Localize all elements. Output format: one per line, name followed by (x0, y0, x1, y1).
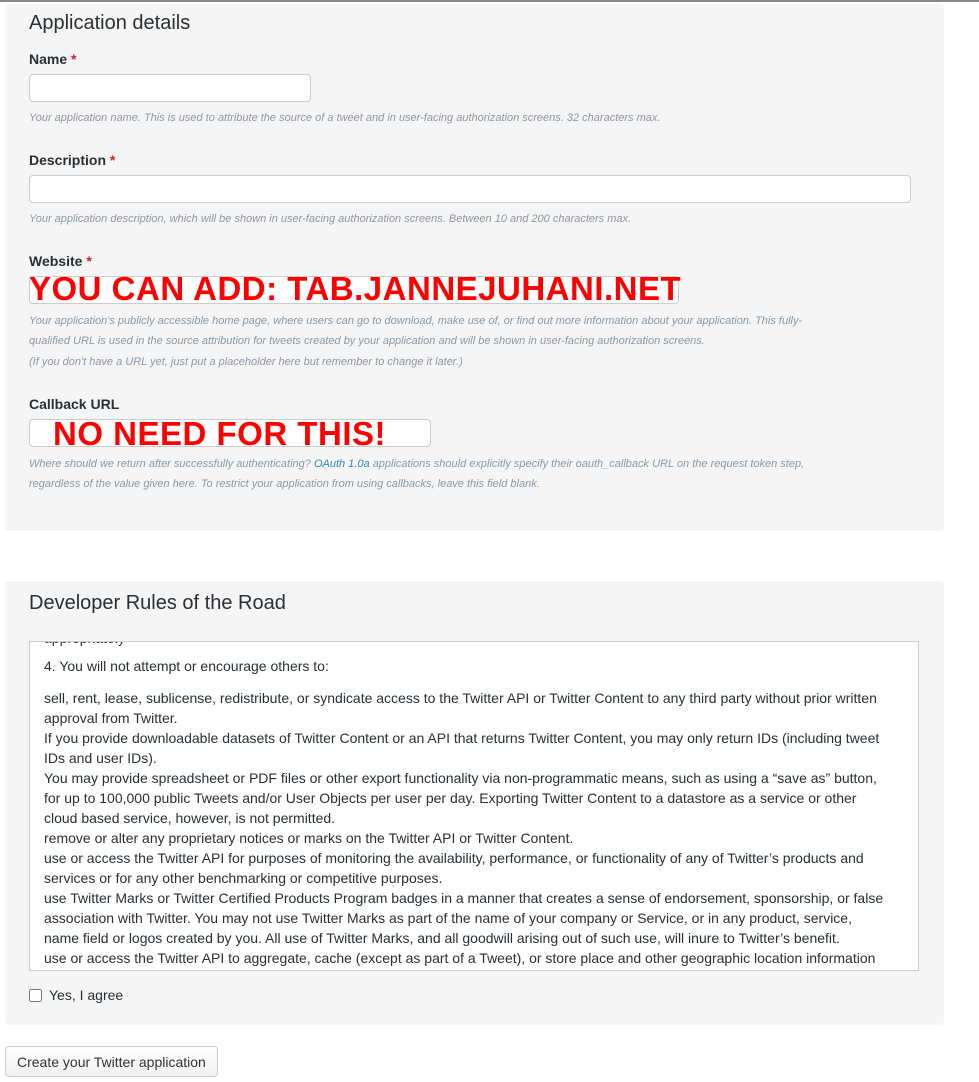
rules-line: sell, rent, lease, sublicense, redistrib… (44, 690, 877, 706)
rules-line: cloud based service, however, is not per… (44, 810, 336, 826)
rules-body: sell, rent, lease, sublicense, redistrib… (44, 688, 900, 968)
create-application-button[interactable]: Create your Twitter application (5, 1046, 218, 1077)
rules-heading: 4. You will not attempt or encourage oth… (44, 658, 329, 674)
application-details-panel: Application details Name * Your applicat… (5, 4, 944, 531)
callback-url-input[interactable] (29, 419, 431, 447)
callback-hint-line-2: regardless of the value given here. To r… (29, 478, 540, 490)
rules-line: IDs and user IDs). (44, 750, 157, 766)
rules-line: approval from Twitter. (44, 710, 178, 726)
rules-line: name field or logos created by you. All … (44, 930, 840, 946)
developer-rules-title: Developer Rules of the Road (29, 592, 286, 614)
name-label: Name * (29, 51, 76, 67)
agree-option[interactable]: Yes, I agree (29, 987, 123, 1003)
name-label-text: Name (29, 51, 68, 67)
callback-hint-text-before: Where should we return after successfull… (29, 458, 314, 470)
description-label-text: Description (29, 152, 107, 168)
website-hint-line-3: (If you don't have a URL yet, just put a… (29, 356, 463, 368)
rules-scroll-box[interactable]: appropriately 4. You will not attempt or… (29, 641, 919, 971)
rules-line: use or access the Twitter API to aggrega… (44, 950, 876, 966)
rules-line: association with Twitter. You may not us… (44, 910, 852, 926)
agree-checkbox[interactable] (29, 988, 42, 1002)
website-hint-line-2: qualified URL is used in the source attr… (29, 335, 705, 347)
oauth-link[interactable]: OAuth 1.0a (314, 458, 370, 470)
top-divider (0, 0, 979, 2)
description-hint: Your application description, which will… (29, 213, 632, 225)
name-hint: Your application name. This is used to a… (29, 112, 661, 124)
rules-cut-off-line: appropriately (44, 642, 125, 646)
name-required-mark: * (71, 51, 77, 67)
name-input[interactable] (29, 74, 311, 102)
description-input[interactable] (29, 175, 911, 203)
website-required-mark: * (86, 253, 92, 269)
callback-url-label: Callback URL (29, 396, 120, 412)
callback-hint-text-after: applications should explicitly specify t… (369, 458, 805, 470)
rules-line: You may provide spreadsheet or PDF files… (44, 770, 877, 786)
rules-line: for up to 100,000 public Tweets and/or U… (44, 790, 857, 806)
application-details-title: Application details (29, 12, 191, 34)
rules-line: remove or alter any proprietary notices … (44, 830, 574, 846)
website-label-text: Website (29, 253, 83, 269)
agree-label: Yes, I agree (49, 987, 124, 1003)
website-label: Website * (29, 253, 92, 269)
description-required-mark: * (109, 152, 116, 168)
rules-line: use or access the Twitter API for purpos… (44, 850, 864, 866)
developer-rules-panel: Developer Rules of the Road appropriatel… (5, 581, 944, 1025)
callback-hint-line-1: Where should we return after successfull… (29, 454, 804, 474)
rules-line: If you provide downloadable datasets of … (44, 730, 880, 746)
website-hint-line-1: Your application's publicly accessible h… (29, 315, 803, 327)
description-label: Description * (29, 152, 115, 168)
rules-line: use Twitter Marks or Twitter Certified P… (44, 890, 884, 906)
rules-line: services or for any other benchmarking o… (44, 870, 443, 886)
website-input[interactable] (29, 276, 679, 304)
